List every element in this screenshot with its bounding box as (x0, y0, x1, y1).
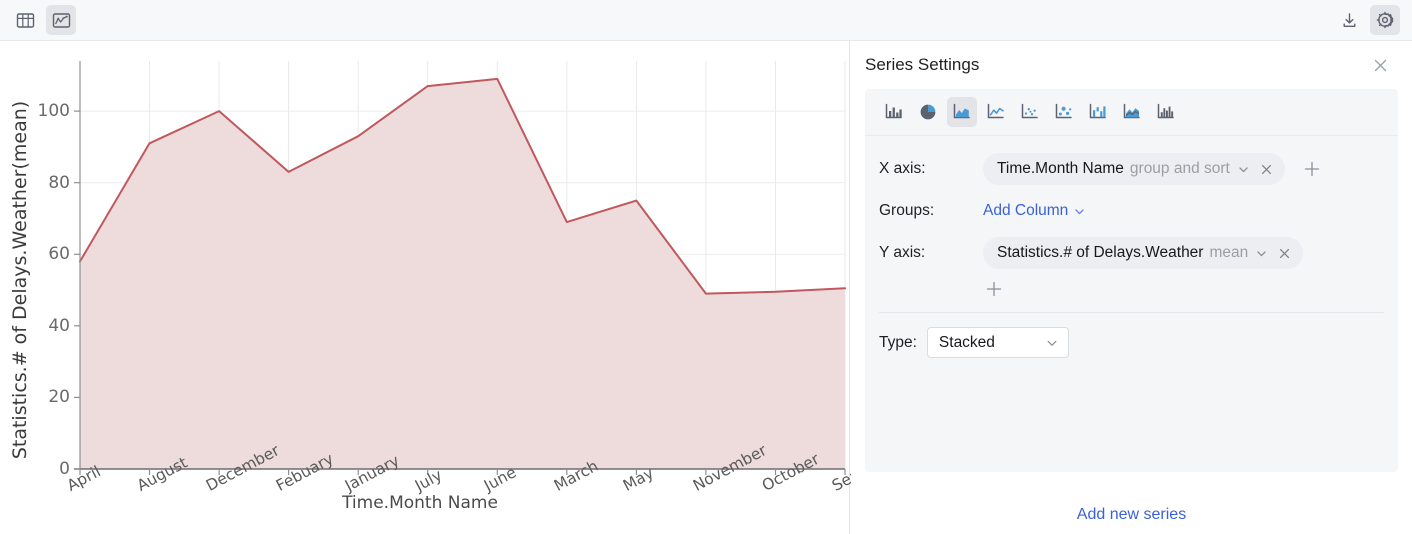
type-select[interactable]: Stacked (926, 327, 1069, 358)
chart-type-bubble-chart[interactable] (1049, 97, 1079, 127)
x-axis-pill[interactable]: Time.Month Name group and sort (983, 153, 1285, 185)
chart-type-area-chart[interactable] (947, 97, 977, 127)
bubble-chart-icon (1055, 103, 1072, 119)
chart-type-histogram-chart[interactable] (1151, 97, 1181, 127)
y-axis-modifier: mean (1209, 244, 1249, 261)
area-chart[interactable] (0, 41, 850, 501)
area-line-chart-icon (1123, 103, 1140, 119)
chevron-down-icon (1257, 250, 1266, 256)
axis-rows: X axis: Time.Month Name group and sort G… (865, 136, 1398, 358)
x-axis-add-button[interactable] (1301, 158, 1323, 180)
x-axis-label: X axis: (879, 160, 926, 177)
chart-type-scatter-chart[interactable] (1015, 97, 1045, 127)
close-icon (1374, 59, 1386, 71)
histogram-chart-icon (1157, 103, 1174, 119)
groups-label: Groups: (879, 202, 935, 219)
pie-chart-icon (920, 104, 936, 120)
y-axis-add-row (865, 274, 1398, 300)
chart-type-pie-chart[interactable] (913, 97, 943, 127)
panel-title: Series Settings (865, 55, 980, 74)
type-select-chevron (1045, 336, 1059, 350)
type-row: Type: Stacked (865, 313, 1398, 358)
chart-view-button[interactable] (46, 5, 76, 35)
chart-type-bar-chart[interactable] (879, 97, 909, 127)
table-icon (16, 12, 34, 28)
y-tick-label: 20 (48, 387, 70, 408)
panel-close-button[interactable] (1370, 55, 1390, 75)
table-view-button[interactable] (10, 5, 40, 35)
range-chart-icon (1089, 103, 1106, 119)
export-button[interactable] (1334, 5, 1364, 35)
chart-pane: Statistics.# of Delays.Weather(mean) Tim… (0, 41, 913, 534)
y-tick-label: 0 (59, 459, 70, 479)
y-axis-label: Y axis: (879, 244, 926, 261)
close-icon (1261, 164, 1271, 174)
series-card: X axis: Time.Month Name group and sort G… (865, 89, 1398, 472)
x-axis-modifier: group and sort (1129, 160, 1230, 177)
y-axis-dropdown-button[interactable] (1255, 247, 1268, 260)
line-chart-icon (987, 103, 1004, 119)
toolbar-left-group (10, 5, 76, 35)
x-axis-field: Time.Month Name (997, 160, 1124, 177)
settings-button[interactable] (1370, 5, 1400, 35)
plus-icon (1304, 161, 1320, 177)
chevron-down-icon (1047, 340, 1057, 346)
type-label: Type: (879, 333, 917, 351)
y-tick-label: 40 (48, 315, 70, 336)
groups-row: Groups: Add Column (865, 190, 1398, 232)
close-icon (1280, 248, 1290, 258)
plus-icon (986, 281, 1002, 297)
x-axis-dropdown-button[interactable] (1237, 163, 1250, 176)
panel-header: Series Settings (851, 41, 1412, 85)
top-toolbar (0, 0, 1412, 41)
y-tick-label: 60 (48, 244, 70, 265)
toolbar-right-group (1334, 5, 1400, 35)
scatter-chart-icon (1021, 103, 1038, 119)
add-new-series-button[interactable]: Add new series (851, 506, 1412, 524)
y-tick-label: 80 (48, 172, 70, 193)
groups-add-column-label: Add Column (983, 202, 1069, 219)
chevron-down-icon (1075, 208, 1084, 214)
chart-type-range-chart[interactable] (1083, 97, 1113, 127)
x-axis-row: X axis: Time.Month Name group and sort (865, 148, 1398, 190)
chevron-down-icon (1239, 166, 1248, 172)
x-axis-remove-button[interactable] (1260, 163, 1273, 176)
chart-type-area-line-chart[interactable] (1117, 97, 1147, 127)
chart-type-line-chart[interactable] (981, 97, 1011, 127)
type-select-value: Stacked (938, 333, 995, 351)
y-axis-pill[interactable]: Statistics.# of Delays.Weather mean (983, 237, 1304, 269)
y-axis-remove-button[interactable] (1278, 247, 1291, 260)
y-axis-add-button[interactable] (983, 278, 1005, 300)
y-axis-field: Statistics.# of Delays.Weather (997, 244, 1204, 261)
gear-icon (1376, 11, 1394, 29)
area-chart-icon (953, 103, 970, 119)
y-tick-label: 100 (37, 101, 70, 122)
series-settings-panel: Series Settings X axis: Time.Month Name … (851, 41, 1412, 534)
download-icon (1342, 12, 1356, 27)
line-chart-icon (52, 12, 70, 28)
y-axis-row: Y axis: Statistics.# of Delays.Weather m… (865, 232, 1398, 274)
groups-add-column-button[interactable]: Add Column (983, 202, 1086, 220)
chart-type-selector (865, 89, 1398, 136)
bar-chart-icon (885, 103, 902, 119)
